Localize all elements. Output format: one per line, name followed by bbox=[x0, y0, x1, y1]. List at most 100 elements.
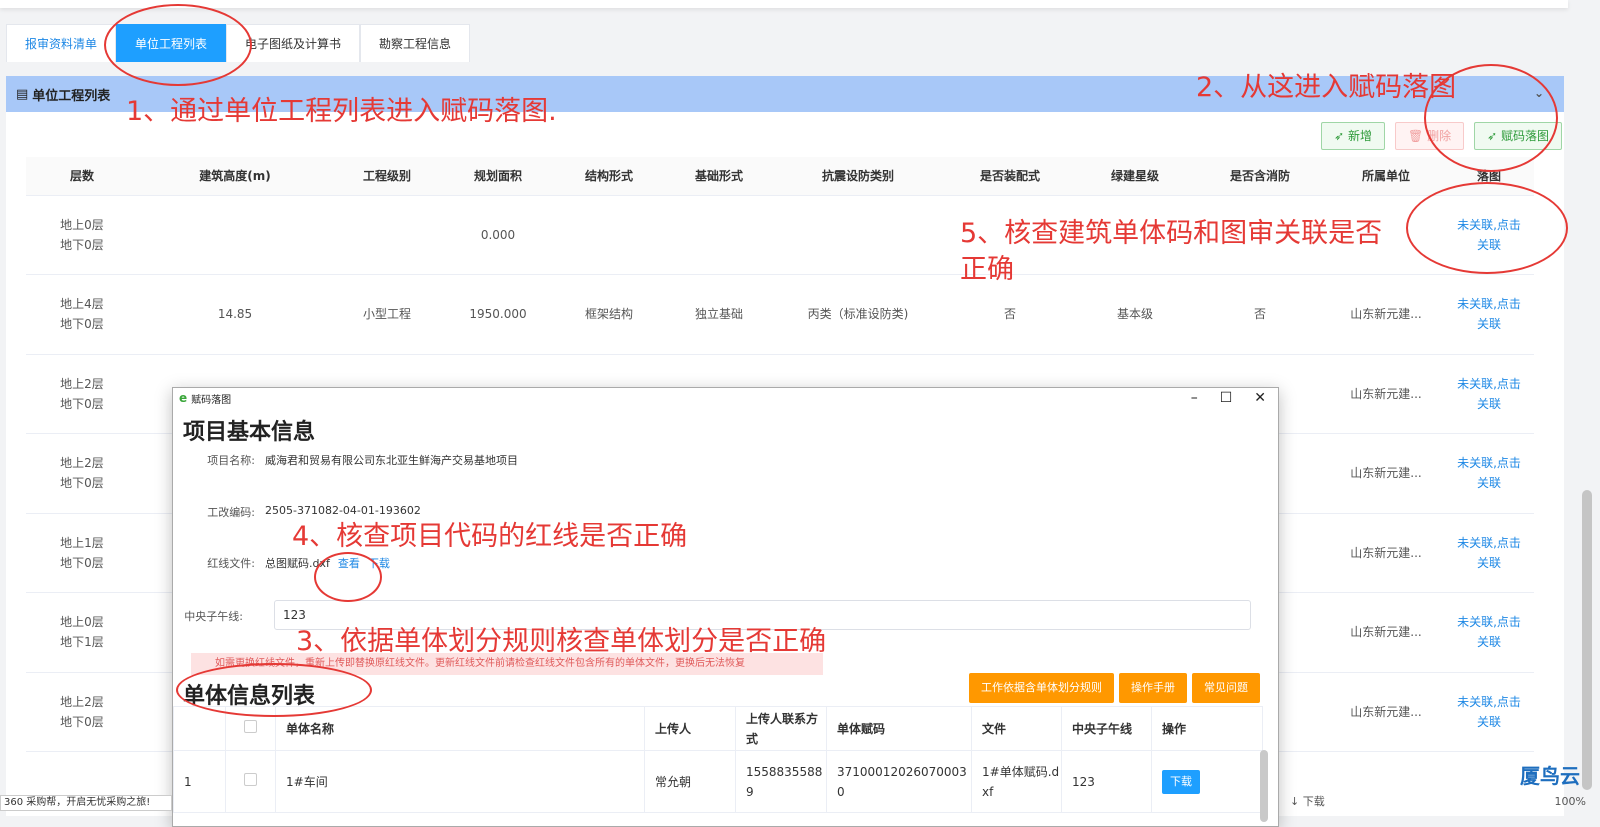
associate-link[interactable]: 未关联,点击 bbox=[1457, 536, 1521, 550]
annotation-3: 3、依据单体划分规则核查单体划分是否正确 bbox=[296, 626, 827, 657]
floors-below: 地下0层 bbox=[60, 396, 104, 411]
unit-file-link[interactable]: 1#单体赋码.dxf bbox=[971, 750, 1062, 813]
unit-name-link[interactable]: 1#车间 bbox=[275, 750, 645, 813]
faq-button[interactable]: 常见问题 bbox=[1192, 673, 1260, 703]
tab-review-materials[interactable]: 报审资料清单 bbox=[6, 24, 117, 62]
associate-link[interactable]: 未关联,点击 bbox=[1457, 456, 1521, 470]
associate-link[interactable]: 未关联,点击 bbox=[1457, 297, 1521, 311]
sub-col-code: 单体赋码 bbox=[826, 706, 972, 751]
download-status[interactable]: ↓ 下载 bbox=[1290, 793, 1325, 809]
page-scrollbar[interactable] bbox=[1582, 490, 1592, 790]
floors-above: 地上1层 bbox=[60, 535, 104, 550]
cell-quake: 丙类（标准设防类) bbox=[774, 274, 942, 355]
rule-button[interactable]: 工作依据含单体划分规则 bbox=[969, 673, 1114, 703]
code-field: 工改编码: 2505-371082-04-01-193602 bbox=[173, 504, 421, 520]
floors-cell: 地上0层 地下1层 bbox=[26, 592, 138, 673]
manual-button[interactable]: 操作手册 bbox=[1119, 673, 1187, 703]
sub-col-meridian: 中央子午线 bbox=[1061, 706, 1152, 751]
op-cell: 下载 bbox=[1151, 750, 1263, 813]
floors-below: 地下0层 bbox=[60, 714, 104, 729]
meridian-label: 中央子午线: bbox=[184, 610, 243, 623]
table-header-row: 层数 建筑高度(m) 工程级别 规划面积 结构形式 基础形式 抗震设防类别 是否… bbox=[26, 157, 1534, 196]
unit-info-table: 单体名称 上传人 上传人联系方式 单体赋码 文件 中央子午线 操作 1 1#车间… bbox=[173, 706, 1263, 813]
row-check-cell[interactable] bbox=[225, 750, 276, 813]
floors-below: 地下0层 bbox=[60, 237, 104, 252]
close-icon[interactable]: ✕ bbox=[1254, 390, 1266, 406]
cell-height: 14.85 bbox=[138, 274, 332, 355]
col-prefab: 是否装配式 bbox=[942, 157, 1078, 196]
associate-link-2[interactable]: 关联 bbox=[1477, 476, 1501, 490]
modal-scrollbar[interactable] bbox=[1260, 750, 1268, 822]
floors-below: 地下0层 bbox=[60, 555, 104, 570]
floors-above: 地上2层 bbox=[60, 456, 104, 471]
table-row: 1 1#车间 常允朝 15588355889 37100012026070003… bbox=[173, 750, 1263, 813]
meridian-field: 中央子午线: bbox=[161, 608, 253, 624]
col-green: 绿建星级 bbox=[1078, 157, 1192, 196]
col-height: 建筑高度(m) bbox=[138, 157, 332, 196]
project-info-heading: 项目基本信息 bbox=[183, 420, 316, 445]
unit-meridian: 123 bbox=[1061, 750, 1152, 813]
map-link-cell[interactable]: 未关联,点击 关联 bbox=[1444, 274, 1534, 355]
code-map-window: e 赋码落图 – ☐ ✕ 项目基本信息 项目名称: 威海君和贸易有限公司东北亚生… bbox=[172, 387, 1279, 827]
doc-icon: ▤ bbox=[16, 86, 29, 102]
maximize-icon[interactable]: ☐ bbox=[1220, 390, 1233, 406]
cell-base: 独立基础 bbox=[664, 274, 774, 355]
download-button[interactable]: 下载 bbox=[1162, 769, 1200, 794]
uploader: 常允朝 bbox=[644, 750, 736, 813]
associate-link[interactable]: 未关联,点击 bbox=[1457, 615, 1521, 629]
annotation-ellipse-list bbox=[176, 663, 372, 717]
map-link-cell[interactable]: 未关联,点击 关联 bbox=[1444, 513, 1534, 593]
associate-link[interactable]: 未关联,点击 bbox=[1457, 377, 1521, 391]
col-fire: 是否含消防 bbox=[1192, 157, 1328, 196]
cell-unit: 山东新元建... bbox=[1328, 672, 1444, 752]
cell-level: 小型工程 bbox=[332, 274, 442, 355]
map-link-cell[interactable]: 未关联,点击 关联 bbox=[1444, 433, 1534, 514]
sub-col-file: 文件 bbox=[971, 706, 1062, 751]
annotation-ellipse-tab bbox=[104, 4, 252, 86]
col-floors: 层数 bbox=[26, 157, 138, 196]
select-all-checkbox[interactable] bbox=[244, 719, 257, 733]
floors-above: 地上4层 bbox=[60, 297, 104, 312]
redline-label: 红线文件: bbox=[207, 557, 255, 570]
annotation-5: 5、核查建筑单体码和图审关联是否正确 bbox=[960, 218, 1383, 285]
associate-link-2[interactable]: 关联 bbox=[1477, 715, 1501, 729]
top-header-bar bbox=[0, 0, 1568, 8]
row-checkbox[interactable] bbox=[244, 772, 257, 786]
sub-col-index bbox=[173, 706, 226, 751]
associate-link-2[interactable]: 关联 bbox=[1477, 635, 1501, 649]
col-level: 工程级别 bbox=[332, 157, 442, 196]
project-name-label: 项目名称: bbox=[207, 454, 255, 467]
floors-above: 地上0层 bbox=[60, 217, 104, 232]
add-button[interactable]: ➶ 新增 bbox=[1321, 122, 1386, 150]
cell-unit: 山东新元建... bbox=[1328, 433, 1444, 514]
row-index: 1 bbox=[173, 750, 226, 813]
sub-col-uploader: 上传人 bbox=[644, 706, 736, 751]
floors-cell: 地上2层 地下0层 bbox=[26, 433, 138, 514]
associate-link-2[interactable]: 关联 bbox=[1477, 397, 1501, 411]
map-link-cell[interactable]: 未关联,点击 关联 bbox=[1444, 672, 1534, 752]
add-label: 新增 bbox=[1348, 129, 1373, 143]
browser-toolbar: ↓ 下载 100% bbox=[1280, 791, 1600, 811]
cell-area: 1950.000 bbox=[442, 274, 554, 355]
associate-link-2[interactable]: 关联 bbox=[1477, 317, 1501, 331]
map-link-cell[interactable]: 未关联,点击 关联 bbox=[1444, 592, 1534, 673]
modal-buttons: 工作依据含单体划分规则 操作手册 常见问题 bbox=[969, 673, 1260, 703]
sub-col-name: 单体名称 bbox=[275, 706, 645, 751]
window-controls: – ☐ ✕ bbox=[1191, 390, 1266, 406]
col-foundation: 基础形式 bbox=[664, 157, 774, 196]
code-label: 工改编码: bbox=[207, 506, 255, 519]
associate-link-2[interactable]: 关联 bbox=[1477, 556, 1501, 570]
associate-link[interactable]: 未关联,点击 bbox=[1457, 695, 1521, 709]
tab-survey-info[interactable]: 勘察工程信息 bbox=[360, 24, 471, 62]
floors-above: 地上2层 bbox=[60, 694, 104, 709]
floors-below: 地下1层 bbox=[60, 635, 104, 650]
annotation-1: 1、通过单位工程列表进入赋码落图. bbox=[126, 96, 557, 127]
cell-quake bbox=[774, 195, 942, 275]
minimize-icon[interactable]: – bbox=[1191, 390, 1198, 406]
zoom-level[interactable]: 100% bbox=[1555, 795, 1586, 808]
window-title: 赋码落图 bbox=[191, 394, 232, 406]
floors-above: 地上2层 bbox=[60, 376, 104, 391]
uploader-phone: 15588355889 bbox=[735, 750, 827, 813]
map-link-cell[interactable]: 未关联,点击 关联 bbox=[1444, 354, 1534, 434]
project-name-value: 威海君和贸易有限公司东北亚生鲜海产交易基地项目 bbox=[265, 454, 518, 467]
